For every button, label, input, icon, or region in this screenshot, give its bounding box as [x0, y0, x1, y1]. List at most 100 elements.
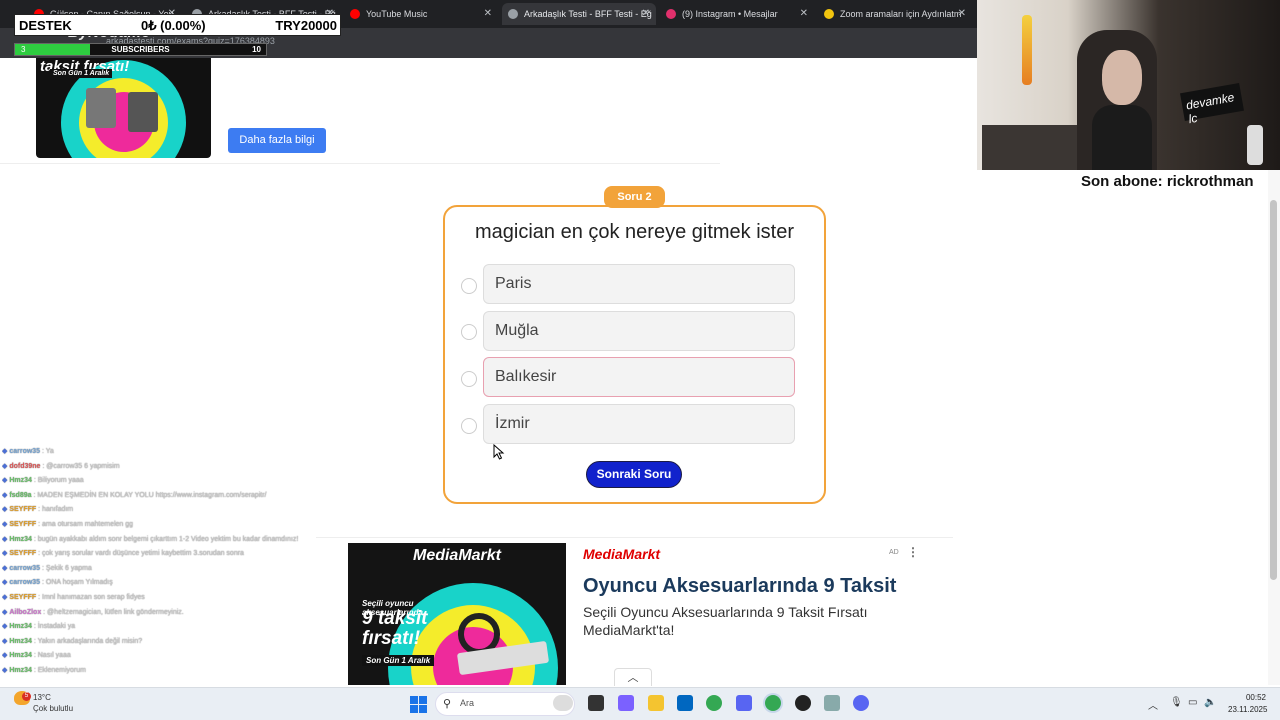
image-line2: 9 taksit fırsatı! [362, 608, 428, 649]
microphone-icon[interactable]: 🎙 [1170, 697, 1183, 708]
obs-icon[interactable] [795, 695, 811, 711]
chat-message: ◆ Hmz34 : Nasıl yaaa [2, 649, 332, 664]
chrome-icon[interactable] [706, 695, 722, 711]
chat-username: SEYFFF [9, 550, 37, 558]
chat-username: Hmz34 [9, 623, 32, 631]
close-icon[interactable]: ✕ [484, 3, 492, 25]
close-icon[interactable]: ✕ [642, 3, 650, 25]
scrollbar-thumb[interactable] [1270, 200, 1277, 580]
option-radio[interactable] [461, 418, 477, 434]
option-radio[interactable] [461, 371, 477, 387]
tab-label: YouTube Music [366, 9, 428, 19]
mouse-cursor-icon [493, 444, 505, 460]
chat-text: : Biliyorum yaaa [31, 477, 84, 485]
browser-tab-active[interactable]: Arkadaşlık Testi - BFF Testi - Eğ ✕ [502, 3, 656, 25]
chat-message: ◆ SEYFFF : hanıfadım [2, 503, 332, 518]
donation-goal-widget: DESTEK 0₺ (0.00%) TRY20000 [14, 14, 341, 36]
answer-option[interactable]: İzmir [483, 404, 795, 444]
chevron-up-icon[interactable]: ︿ [614, 668, 652, 686]
question-text: magician en çok nereye gitmek ister [474, 221, 795, 243]
clock-time[interactable]: 00:52 [1238, 693, 1266, 702]
ad-headline[interactable]: Oyuncu Aksesuarlarında 9 Taksit [583, 575, 896, 598]
donation-goal: TRY20000 [275, 18, 337, 33]
weather-desc[interactable]: Çok bulutlu [33, 704, 73, 713]
tab-label: Arkadaşlık Testi - BFF Testi - Eğ [524, 9, 652, 19]
more-info-button[interactable]: Daha fazla bilgi [228, 128, 326, 153]
mail-icon [824, 9, 834, 19]
chat-message: ◆ SEYFFF : ama otursam mahtemelen gg [2, 518, 332, 533]
option-radio[interactable] [461, 324, 477, 340]
chat-username: SEYFFF [9, 593, 37, 601]
search-highlight-icon[interactable] [553, 695, 573, 711]
close-icon[interactable]: ✕ [958, 3, 966, 25]
browser-tab[interactable]: (9) Instagram • Mesajlar ✕ [660, 3, 814, 25]
chat-text: : İnstadaki ya [31, 623, 76, 631]
top-ad-image[interactable]: taksit fırsatı! Son Gün 1 Aralık [36, 58, 211, 158]
chat-message: ◆ Hmz34 : Yakın arkadaşlarında değil mis… [2, 635, 332, 650]
answer-option[interactable]: Muğla [483, 311, 795, 351]
discord-icon[interactable] [853, 695, 869, 711]
windows-start-icon[interactable] [410, 696, 427, 713]
chat-text: : Yakın arkadaşlarında değil misin? [31, 637, 143, 645]
quiz-icon [508, 9, 518, 19]
chat-username: Hmz34 [9, 535, 32, 543]
chat-username: AilboZlox [9, 608, 42, 616]
search-placeholder: Ara [460, 698, 475, 708]
top-ad-date: Son Gün 1 Aralık [50, 69, 113, 78]
chat-username: carrow35 [9, 579, 41, 587]
task-view-icon[interactable] [588, 695, 604, 711]
ad-badge: AD [889, 549, 899, 556]
copilot-icon[interactable] [618, 695, 634, 711]
next-question-button[interactable]: Sonraki Soru [586, 461, 682, 488]
volume-icon[interactable]: 🔈 [1204, 697, 1216, 708]
ad-description: Seçili Oyuncu Aksesuarlarında 9 Taksit F… [583, 604, 868, 638]
file-explorer-icon[interactable] [648, 695, 664, 711]
chat-username: Hmz34 [9, 637, 32, 645]
chat-message: ◆ fsd89a : MADEN EŞMEDİN EN KOLAY YOLU h… [2, 489, 332, 504]
webcam-feed: devamke lc [977, 0, 1280, 170]
clock-date[interactable]: 23.11.2025 [1228, 705, 1267, 714]
chat-message: ◆ Hmz34 : İnstadaki ya [2, 620, 332, 635]
chat-username: dofd39ne [9, 462, 41, 470]
bottom-ad-image[interactable]: MediaMarkt Seçili oyuncu aksesuarlarında… [348, 543, 566, 685]
chat-username: Hmz34 [9, 666, 32, 674]
tab-label: Zoom aramaları için Aydınlatm [840, 9, 962, 19]
answer-option-hovered[interactable]: Balıkesir [483, 357, 795, 397]
chat-text: : Şekik 6 yapma [40, 564, 92, 572]
last-subscriber-label: Son abone: rickrothman [1081, 173, 1254, 190]
subscribers-label: SUBSCRIBERS [111, 45, 170, 54]
chat-username: fsd89a [9, 491, 32, 499]
chat-message: ◆ Hmz34 : Eklenemiyorum [2, 664, 332, 679]
chat-username: Hmz34 [9, 652, 32, 660]
donation-amount: 0₺ (0.00%) [141, 18, 206, 33]
chat-message: ◆ SEYFFF : çok yarış sorular vardı düşün… [2, 547, 332, 562]
question-number-badge: Soru 2 [604, 186, 665, 208]
chat-message: ◆ dofd39ne : @carrow35 6 yapmisim [2, 460, 332, 475]
chat-text: : Eklenemiyorum [31, 666, 86, 674]
chat-text: : çok yarış sorular vardı düşünce yetimi… [36, 550, 244, 558]
subscriber-goal-count: 10 [252, 45, 261, 54]
weather-badge: 5 [22, 692, 31, 701]
chat-text: : @heltzemagician, lütfen link göndermey… [41, 608, 184, 616]
chat-text: : hanıfadım [36, 506, 74, 514]
browser-tab[interactable]: Zoom aramaları için Aydınlatm ✕ [818, 3, 972, 25]
chevron-up-icon[interactable]: ︿ [1148, 697, 1158, 712]
weather-temp[interactable]: 13°C [33, 693, 51, 702]
store-icon[interactable] [677, 695, 693, 711]
option-radio[interactable] [461, 278, 477, 294]
more-options-icon[interactable]: ⋮ [907, 545, 919, 559]
close-icon[interactable]: ✕ [800, 3, 808, 25]
network-icon[interactable]: ▭ [1188, 697, 1197, 708]
app-icon[interactable] [736, 695, 752, 711]
chat-message: ◆ carrow35 : Ya [2, 445, 332, 460]
chat-text: : ama otursam mahtemelen gg [36, 520, 134, 528]
chrome-active-icon[interactable] [765, 695, 781, 711]
ad-brand-logo[interactable]: MediaMarkt [583, 546, 660, 562]
settings-icon[interactable] [824, 695, 840, 711]
chat-message: ◆ carrow35 : ONA hoşam Yılmadış [2, 576, 332, 591]
answer-option[interactable]: Paris [483, 264, 795, 304]
chat-overlay: ◆ carrow35 : Ya ◆ dofd39ne : @carrow35 6 … [2, 445, 332, 679]
chat-text: : Nasıl yaaa [31, 652, 71, 660]
browser-tab[interactable]: YouTube Music ✕ [344, 3, 498, 25]
windows-taskbar [0, 687, 1280, 720]
